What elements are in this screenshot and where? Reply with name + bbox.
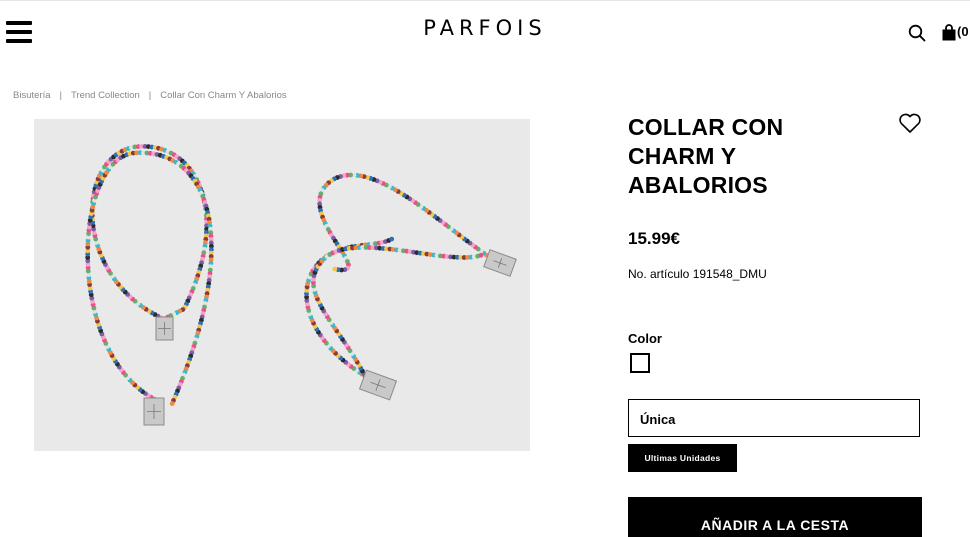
bead-strands bbox=[85, 144, 495, 406]
size-selector[interactable]: Única bbox=[628, 399, 920, 437]
color-label: Color bbox=[628, 331, 662, 346]
breadcrumb-separator: | bbox=[59, 90, 62, 101]
breadcrumb-item-trend-collection[interactable]: Trend Collection bbox=[71, 90, 140, 101]
pendant-small-2 bbox=[143, 397, 165, 426]
pendant-large-1 bbox=[483, 249, 517, 277]
bead bbox=[169, 401, 175, 406]
shopping-bag-icon[interactable] bbox=[941, 24, 957, 41]
color-swatch[interactable] bbox=[630, 353, 650, 373]
heart-icon[interactable] bbox=[898, 112, 922, 134]
bead bbox=[332, 266, 338, 272]
search-icon[interactable] bbox=[908, 24, 926, 42]
product-title: COLLAR CON CHARM Y ABALORIOS bbox=[628, 113, 888, 200]
hamburger-menu-icon[interactable] bbox=[6, 20, 34, 44]
product-title-line: ABALORIOS bbox=[628, 172, 768, 198]
bead bbox=[389, 236, 395, 242]
size-value: Única bbox=[640, 412, 676, 427]
product-image[interactable] bbox=[34, 119, 530, 451]
product-title-line: CHARM Y bbox=[628, 143, 737, 169]
breadcrumb-separator: | bbox=[148, 90, 152, 101]
add-to-cart-button[interactable]: AÑADIR A LA CESTA bbox=[628, 497, 922, 537]
breadcrumb-item-current: Collar Con Charm Y Abalorios bbox=[160, 90, 287, 101]
bead bbox=[478, 252, 484, 258]
breadcrumb-item-bisuteria[interactable]: Bisutería bbox=[13, 90, 51, 101]
pendant-large-2 bbox=[358, 369, 398, 401]
necklace-illustration bbox=[85, 144, 517, 426]
product-price: 15.99€ bbox=[628, 229, 680, 248]
pendant-small-1 bbox=[155, 316, 174, 341]
cart-count[interactable]: (0 bbox=[957, 24, 970, 39]
stock-badge: Ultimas Unidades bbox=[628, 444, 737, 472]
product-title-line: COLLAR CON bbox=[628, 114, 784, 140]
article-number: No. artículo 191548_DMU bbox=[628, 267, 767, 281]
site-logo[interactable]: PARFOIS bbox=[400, 16, 570, 40]
site-header: PARFOIS (0 bbox=[0, 0, 970, 64]
breadcrumb: Bisutería | Trend Collection | Collar Con Ch… bbox=[13, 90, 287, 101]
